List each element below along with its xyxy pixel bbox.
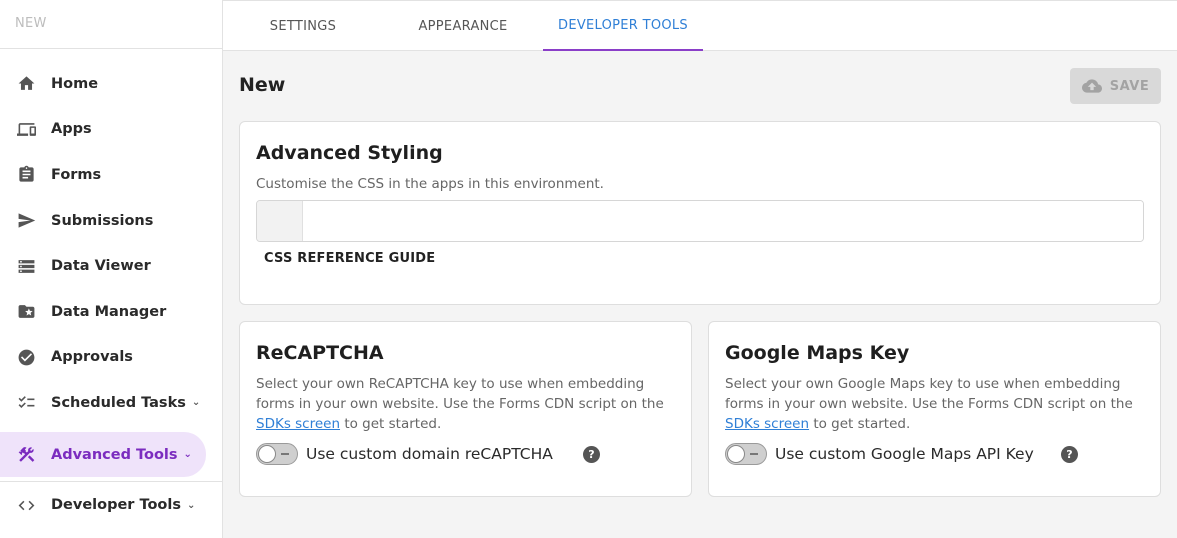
- sidebar-item-label: Submissions: [51, 212, 154, 229]
- sidebar-item-approvals[interactable]: Approvals: [0, 335, 222, 381]
- sidebar-item-developer-tools[interactable]: Developer Tools ⌄: [0, 482, 222, 528]
- advanced-styling-title: Advanced Styling: [256, 142, 443, 164]
- devices-icon: [16, 119, 36, 139]
- sidebar-item-advanced-tools[interactable]: Advanced Tools ⌄: [0, 431, 206, 478]
- google-maps-card: Google Maps Key Select your own Google M…: [708, 321, 1161, 497]
- sidebar-item-label: Advanced Tools: [51, 446, 178, 463]
- save-button[interactable]: SAVE: [1070, 68, 1161, 104]
- toggle-knob: [258, 445, 276, 463]
- sidebar-item-label: Data Viewer: [51, 258, 151, 275]
- css-editor[interactable]: [256, 200, 1144, 242]
- description-text: to get started.: [340, 416, 442, 432]
- sidebar-item-label: Approvals: [51, 349, 133, 366]
- sidebar-item-label: Apps: [51, 121, 92, 138]
- sidebar-item-label: Data Manager: [51, 303, 167, 320]
- description-text: Select your own Google Maps key to use w…: [725, 376, 1133, 412]
- recaptcha-toggle-label: Use custom domain reCAPTCHA: [306, 445, 553, 463]
- css-reference-guide-button[interactable]: CSS REFERENCE GUIDE: [264, 251, 435, 266]
- toggle-off-indicator: [750, 453, 758, 455]
- recaptcha-toggle[interactable]: [256, 443, 298, 465]
- toggle-off-indicator: [281, 453, 289, 455]
- tab-bar: SETTINGS APPEARANCE DEVELOPER TOOLS: [223, 0, 1177, 51]
- advanced-styling-description: Customise the CSS in the apps in this en…: [256, 176, 604, 192]
- sidebar-item-label: Forms: [51, 166, 102, 183]
- sidebar-item-submissions[interactable]: Submissions: [0, 198, 222, 244]
- sidebar-item-label: Scheduled Tasks: [51, 394, 186, 411]
- environment-label: NEW: [0, 0, 222, 49]
- sdks-screen-link[interactable]: SDKs screen: [256, 416, 340, 432]
- sidebar-item-label: Developer Tools: [51, 497, 181, 514]
- recaptcha-title: ReCAPTCHA: [256, 342, 384, 364]
- editor-text-area[interactable]: [303, 201, 1143, 241]
- checklist-icon: [16, 393, 36, 413]
- google-maps-toggle-label: Use custom Google Maps API Key: [775, 445, 1034, 463]
- folder-star-icon: [16, 302, 36, 322]
- description-text: to get started.: [809, 416, 911, 432]
- help-icon[interactable]: ?: [583, 445, 600, 463]
- send-icon: [16, 211, 36, 231]
- sidebar-item-apps[interactable]: Apps: [0, 107, 222, 153]
- google-maps-toggle[interactable]: [725, 443, 767, 465]
- cloud-upload-icon: [1081, 79, 1102, 93]
- google-maps-title: Google Maps Key: [725, 342, 910, 364]
- clipboard-icon: [16, 165, 36, 185]
- code-icon: [16, 495, 36, 515]
- help-icon[interactable]: ?: [1061, 445, 1078, 463]
- sidebar-item-forms[interactable]: Forms: [0, 152, 222, 198]
- tab-settings[interactable]: SETTINGS: [223, 1, 383, 51]
- recaptcha-toggle-row: Use custom domain reCAPTCHA ?: [256, 443, 675, 465]
- storage-icon: [16, 256, 36, 276]
- tab-appearance[interactable]: APPEARANCE: [383, 1, 543, 51]
- chevron-down-icon: ⌄: [187, 499, 196, 511]
- tab-developer-tools[interactable]: DEVELOPER TOOLS: [543, 1, 703, 51]
- sidebar-item-home[interactable]: Home: [0, 61, 222, 107]
- description-text: Select your own ReCAPTCHA key to use whe…: [256, 376, 664, 412]
- sidebar-nav: Home Apps Forms Submissions Data Viewer …: [0, 49, 222, 528]
- chevron-down-icon: ⌄: [183, 449, 192, 461]
- toggle-knob: [727, 445, 745, 463]
- recaptcha-description: Select your own ReCAPTCHA key to use whe…: [256, 374, 675, 434]
- chevron-down-icon: ⌄: [191, 397, 201, 409]
- save-button-label: SAVE: [1109, 78, 1150, 94]
- sidebar-item-scheduled-tasks[interactable]: Scheduled Tasks ⌄: [0, 380, 222, 426]
- check-circle-icon: [16, 347, 36, 367]
- advanced-styling-card: Advanced Styling Customise the CSS in th…: [239, 121, 1161, 305]
- sdks-screen-link[interactable]: SDKs screen: [725, 416, 809, 432]
- recaptcha-card: ReCAPTCHA Select your own ReCAPTCHA key …: [239, 321, 692, 497]
- tools-icon: [16, 445, 36, 465]
- google-maps-description: Select your own Google Maps key to use w…: [725, 374, 1144, 434]
- page-title: New: [239, 74, 286, 96]
- sidebar: NEW Home Apps Forms Submissions Data Vie…: [0, 0, 223, 538]
- google-maps-toggle-row: Use custom Google Maps API Key ?: [725, 443, 1144, 465]
- editor-gutter: [257, 201, 303, 241]
- sidebar-item-data-viewer[interactable]: Data Viewer: [0, 243, 222, 289]
- sidebar-item-data-manager[interactable]: Data Manager: [0, 289, 222, 335]
- sidebar-item-label: Home: [51, 75, 99, 92]
- home-icon: [16, 74, 36, 94]
